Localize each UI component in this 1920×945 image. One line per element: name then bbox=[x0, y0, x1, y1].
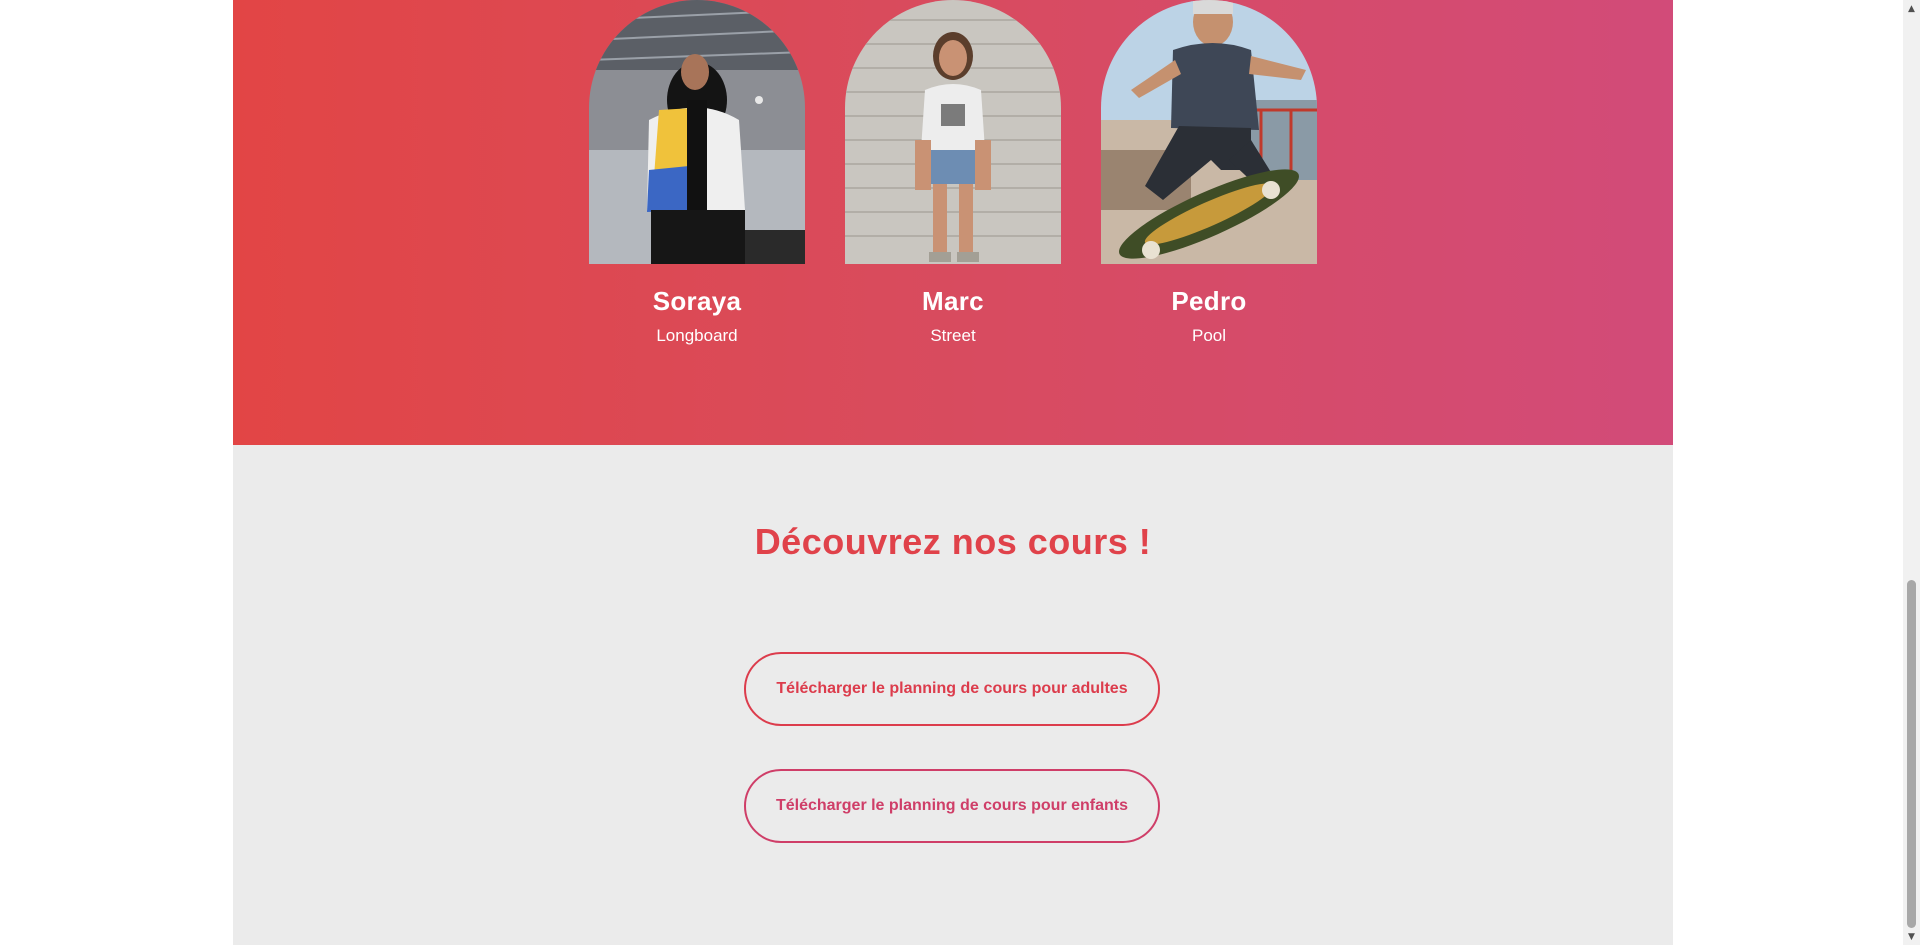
page: Soraya Longboard Marc Street Pedro Pool … bbox=[233, 0, 1673, 945]
member-name: Pedro bbox=[1171, 286, 1247, 316]
courses-section: Découvrez nos cours ! Télécharger le pla… bbox=[233, 445, 1673, 945]
chevron-up-icon[interactable]: ▲ bbox=[1903, 0, 1920, 17]
chevron-down-icon[interactable]: ▼ bbox=[1903, 928, 1920, 945]
member-name: Marc bbox=[922, 286, 984, 316]
courses-title: Découvrez nos cours ! bbox=[754, 521, 1152, 562]
scrollbar-thumb[interactable] bbox=[1907, 580, 1916, 928]
team-section: Soraya Longboard Marc Street Pedro Pool bbox=[233, 0, 1673, 445]
download-kids-schedule-button[interactable]: Télécharger le planning de cours pour en… bbox=[744, 769, 1160, 843]
member-photo-pedro bbox=[1101, 0, 1317, 264]
member-name: Soraya bbox=[652, 286, 742, 316]
member-photo-soraya bbox=[589, 0, 805, 264]
member-role: Longboard bbox=[656, 326, 738, 345]
team-member-card: Soraya Longboard bbox=[589, 0, 805, 346]
vertical-scrollbar[interactable]: ▲ ▼ bbox=[1903, 0, 1920, 945]
team-member-card: Pedro Pool bbox=[1101, 0, 1317, 346]
member-photo-marc bbox=[845, 0, 1061, 264]
member-role: Pool bbox=[1191, 326, 1227, 345]
team-members: Soraya Longboard Marc Street Pedro Pool bbox=[589, 0, 1317, 346]
team-member-card: Marc Street bbox=[845, 0, 1061, 346]
download-adults-schedule-button[interactable]: Télécharger le planning de cours pour ad… bbox=[744, 652, 1160, 726]
member-role: Street bbox=[930, 326, 976, 345]
